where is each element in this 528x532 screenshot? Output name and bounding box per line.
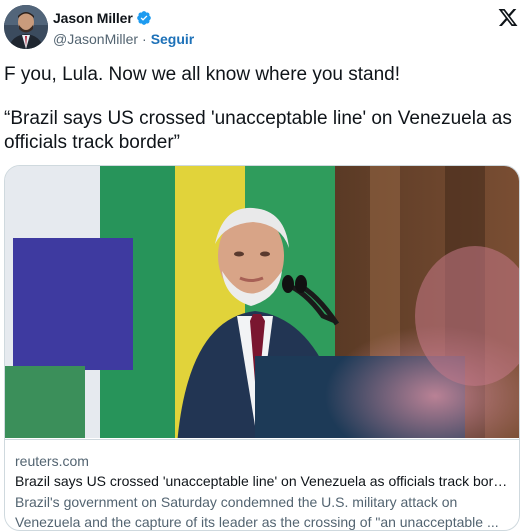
tweet-header: Jason Miller @JasonMiller · Seguir xyxy=(0,0,528,56)
separator-dot: · xyxy=(142,31,147,47)
author-avatar[interactable] xyxy=(4,5,48,49)
link-preview-image[interactable] xyxy=(5,166,519,438)
x-logo-icon[interactable] xyxy=(497,7,519,28)
author-display-name[interactable]: Jason Miller xyxy=(53,10,133,26)
link-preview-meta[interactable]: reuters.com Brazil says US crossed 'unac… xyxy=(5,439,519,530)
link-domain: reuters.com xyxy=(15,453,89,469)
tweet-text: F you, Lula. Now we all know where you s… xyxy=(4,63,519,155)
author-handle[interactable]: @JasonMiller xyxy=(53,31,138,47)
tweet-text-line-2: “Brazil says US crossed 'unacceptable li… xyxy=(4,108,512,153)
follow-button[interactable]: Seguir xyxy=(151,31,195,47)
link-description: Brazil's government on Saturday condemne… xyxy=(15,494,499,530)
author-name-row[interactable]: Jason Miller xyxy=(53,10,152,26)
link-title[interactable]: Brazil says US crossed 'unacceptable lin… xyxy=(15,472,511,490)
link-preview-card[interactable]: reuters.com Brazil says US crossed 'unac… xyxy=(4,165,520,531)
author-handle-row: @JasonMiller · Seguir xyxy=(53,31,194,47)
verified-badge-icon xyxy=(136,10,152,26)
tweet-text-line-1: F you, Lula. Now we all know where you s… xyxy=(4,64,401,85)
